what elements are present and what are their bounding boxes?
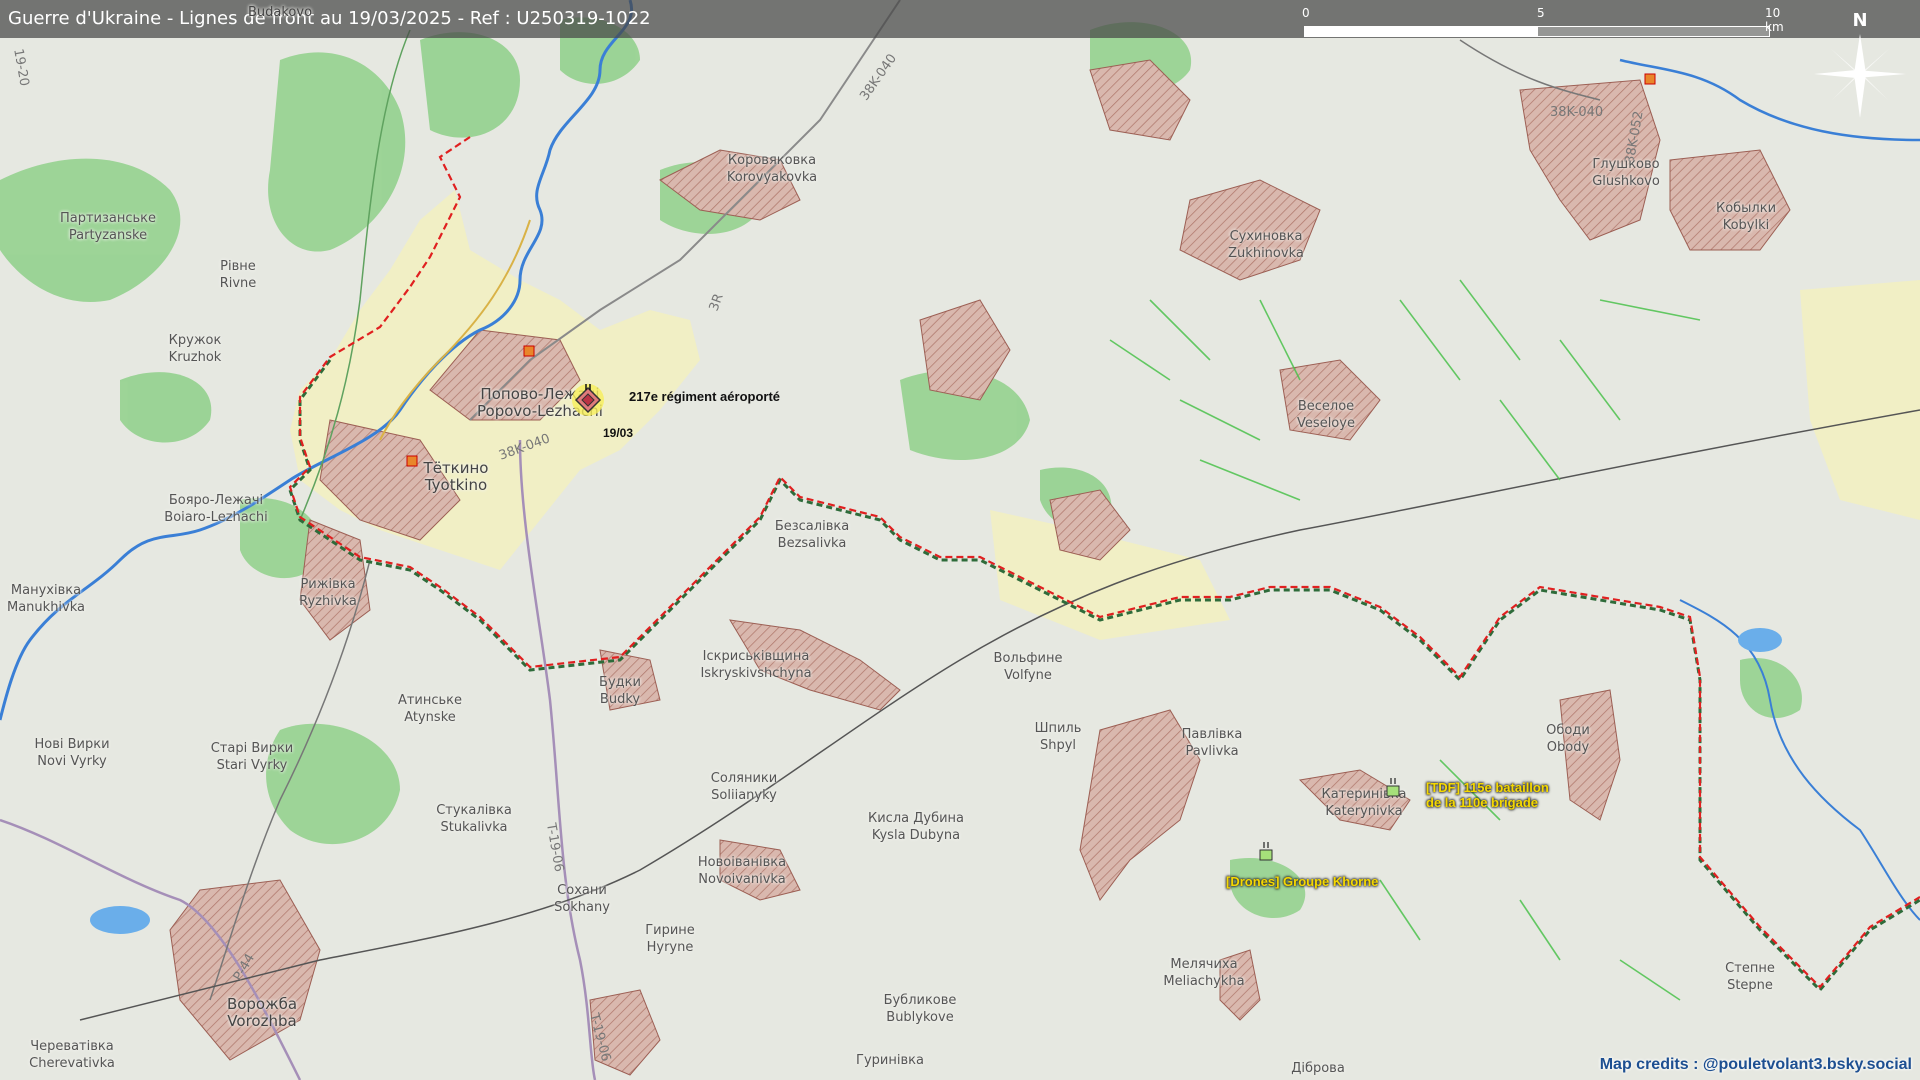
place-label: Атинське Atynske xyxy=(397,693,463,725)
place-label: Рижівка Ryzhivka xyxy=(299,577,357,609)
place-label: Степне Stepne xyxy=(1725,961,1775,993)
scale-label-0: 0 xyxy=(1302,6,1310,20)
place-label: Соляники Soliianyky xyxy=(710,771,778,803)
place-label: Шпиль Shpyl xyxy=(1034,721,1082,753)
scale-label-5: 5 xyxy=(1537,6,1545,20)
place-label: Іскриськівщина Iskryskivshchyna xyxy=(700,649,812,681)
place-label: Вольфине Volfyne xyxy=(993,651,1063,683)
scale-segment-1 xyxy=(1304,26,1538,37)
place-label: Гуринівка xyxy=(856,1053,924,1068)
drones-unit-icon[interactable] xyxy=(1259,842,1273,864)
place-label: Манухівка Manukhivka xyxy=(7,583,85,615)
map-title: Guerre d'Ukraine - Lignes de front au 19… xyxy=(8,8,651,29)
place-label: Budakovo xyxy=(247,5,313,20)
unit-label-drones: [Drones] Groupe Khorne xyxy=(1226,874,1379,889)
place-label: Партизанське Partyzanske xyxy=(59,211,157,243)
place-label: Діброва xyxy=(1291,1061,1345,1076)
unit-label-tdf: [TDF] 115e bataillon de la 110e brigade xyxy=(1426,780,1549,810)
place-label: Будки Budky xyxy=(599,675,641,707)
airborne-unit-icon[interactable] xyxy=(570,382,606,418)
place-label: Новоіванівка Novoivanivka xyxy=(697,855,787,887)
place-label: Тёткино Tyotkino xyxy=(423,459,489,494)
road-label: 38K-040 xyxy=(1550,105,1604,120)
place-label: Старі Вирки Stari Vyrky xyxy=(210,741,294,773)
place-label: Мелячиха Meliachykha xyxy=(1163,957,1245,989)
map-canvas[interactable]: Guerre d'Ukraine - Lignes de front au 19… xyxy=(0,0,1920,1080)
unit-date-label: 19/03 xyxy=(603,426,634,440)
map-credits: Map credits : @pouletvolant3.bsky.social xyxy=(1599,1056,1912,1073)
place-label: Глушково Glushkovo xyxy=(1592,157,1660,189)
place-label: Кисла Дубина Kysla Dubyna xyxy=(867,811,965,843)
place-label: Бубликове Bublykove xyxy=(883,993,957,1025)
place-label: Череватівка Cherevativka xyxy=(29,1039,115,1071)
place-label: Гирине Hyryne xyxy=(645,923,695,955)
unit-label-217: 217e régiment aéroporté xyxy=(629,389,781,404)
svg-text:N: N xyxy=(1852,10,1867,31)
scale-bar: 0 5 10 km xyxy=(1300,6,1784,37)
place-label: Стукалівка Stukalivka xyxy=(436,803,512,835)
place-label: Коровяковка Korovyakovka xyxy=(726,153,818,185)
scale-segment-2 xyxy=(1536,26,1770,37)
place-label: Сухиновка Zukhinovka xyxy=(1228,229,1304,261)
place-label: Ворожба Vorozhba xyxy=(226,995,298,1030)
place-label: Кружок Kruzhok xyxy=(168,333,222,365)
place-label: Веселое Veseloye xyxy=(1297,399,1355,431)
place-label: Безсалівка Bezsalivka xyxy=(774,519,850,551)
place-label: Павлівка Pavlivka xyxy=(1181,727,1243,759)
place-label: Сохани Sokhany xyxy=(554,883,610,915)
place-label: Рівне Rivne xyxy=(219,259,257,291)
place-label: Нові Вирки Novi Vyrky xyxy=(34,737,110,769)
place-label: Ободи Obody xyxy=(1546,723,1590,755)
place-label: Бояро-Лежачі Boiaro-Lezhachi xyxy=(164,493,268,525)
place-label: Кобылки Kobylki xyxy=(1715,201,1777,233)
tdf-unit-icon[interactable] xyxy=(1386,778,1400,800)
north-arrow-icon: N xyxy=(1810,8,1910,118)
